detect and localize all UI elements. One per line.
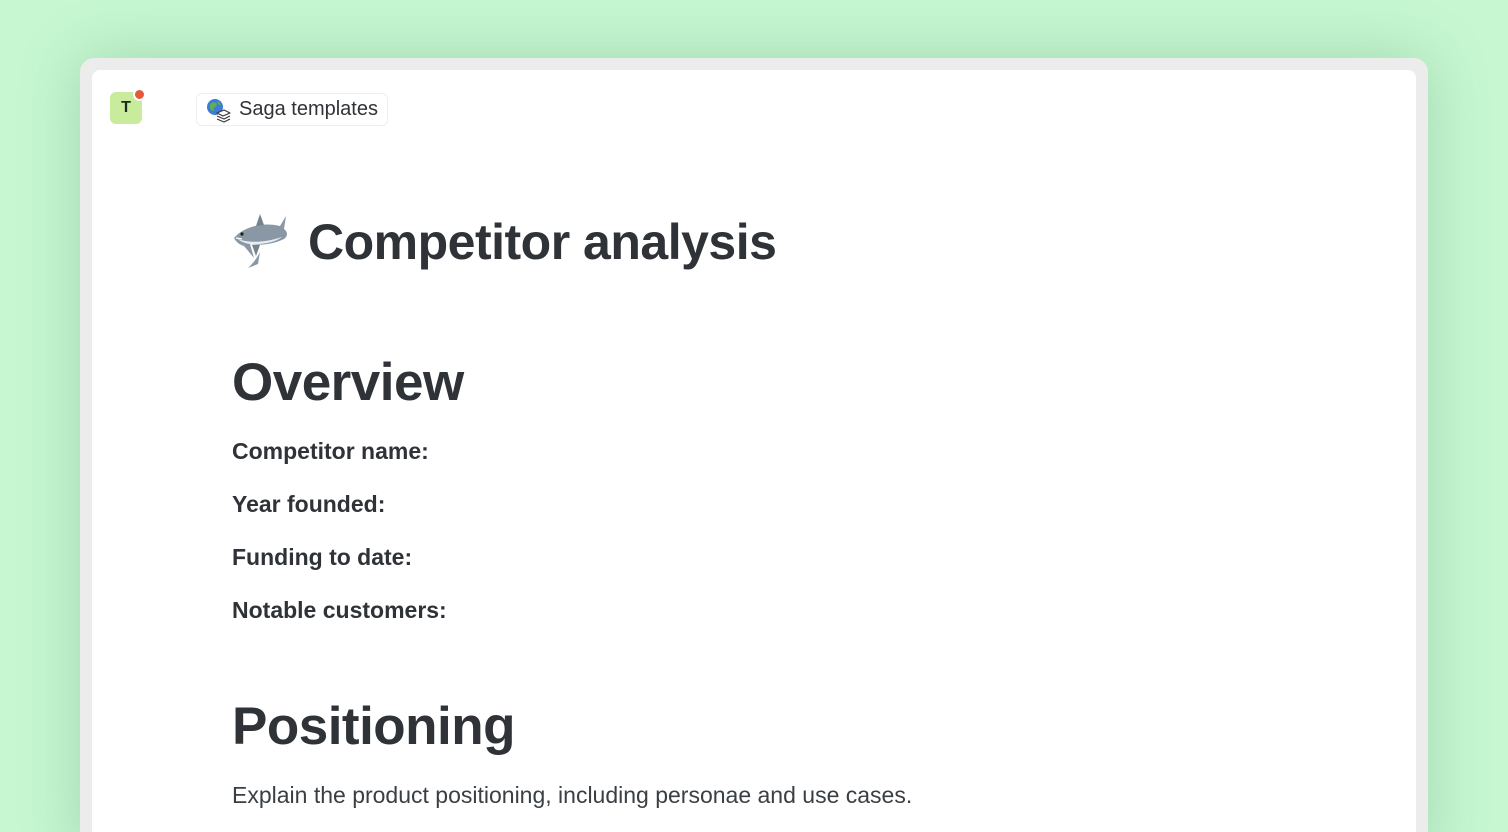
shark-icon (230, 212, 290, 272)
breadcrumb-label: Saga templates (239, 98, 378, 120)
globe-stack-icon (205, 97, 231, 123)
breadcrumb-saga-templates[interactable]: Saga templates (196, 93, 388, 126)
page-header: Competitor analysis (230, 212, 777, 272)
document-window: T Saga templates Competitor analysis Ove… (92, 70, 1416, 832)
field-notable-customers[interactable]: Notable customers: (232, 597, 447, 624)
notification-dot (133, 88, 146, 101)
heading-overview[interactable]: Overview (232, 352, 464, 413)
heading-positioning[interactable]: Positioning (232, 696, 516, 757)
field-competitor-name[interactable]: Competitor name: (232, 438, 429, 465)
field-year-founded[interactable]: Year founded: (232, 491, 385, 518)
positioning-description[interactable]: Explain the product positioning, includi… (232, 782, 912, 809)
field-funding-to-date[interactable]: Funding to date: (232, 544, 412, 571)
workspace-avatar-letter: T (121, 99, 131, 116)
page-title[interactable]: Competitor analysis (308, 213, 777, 271)
